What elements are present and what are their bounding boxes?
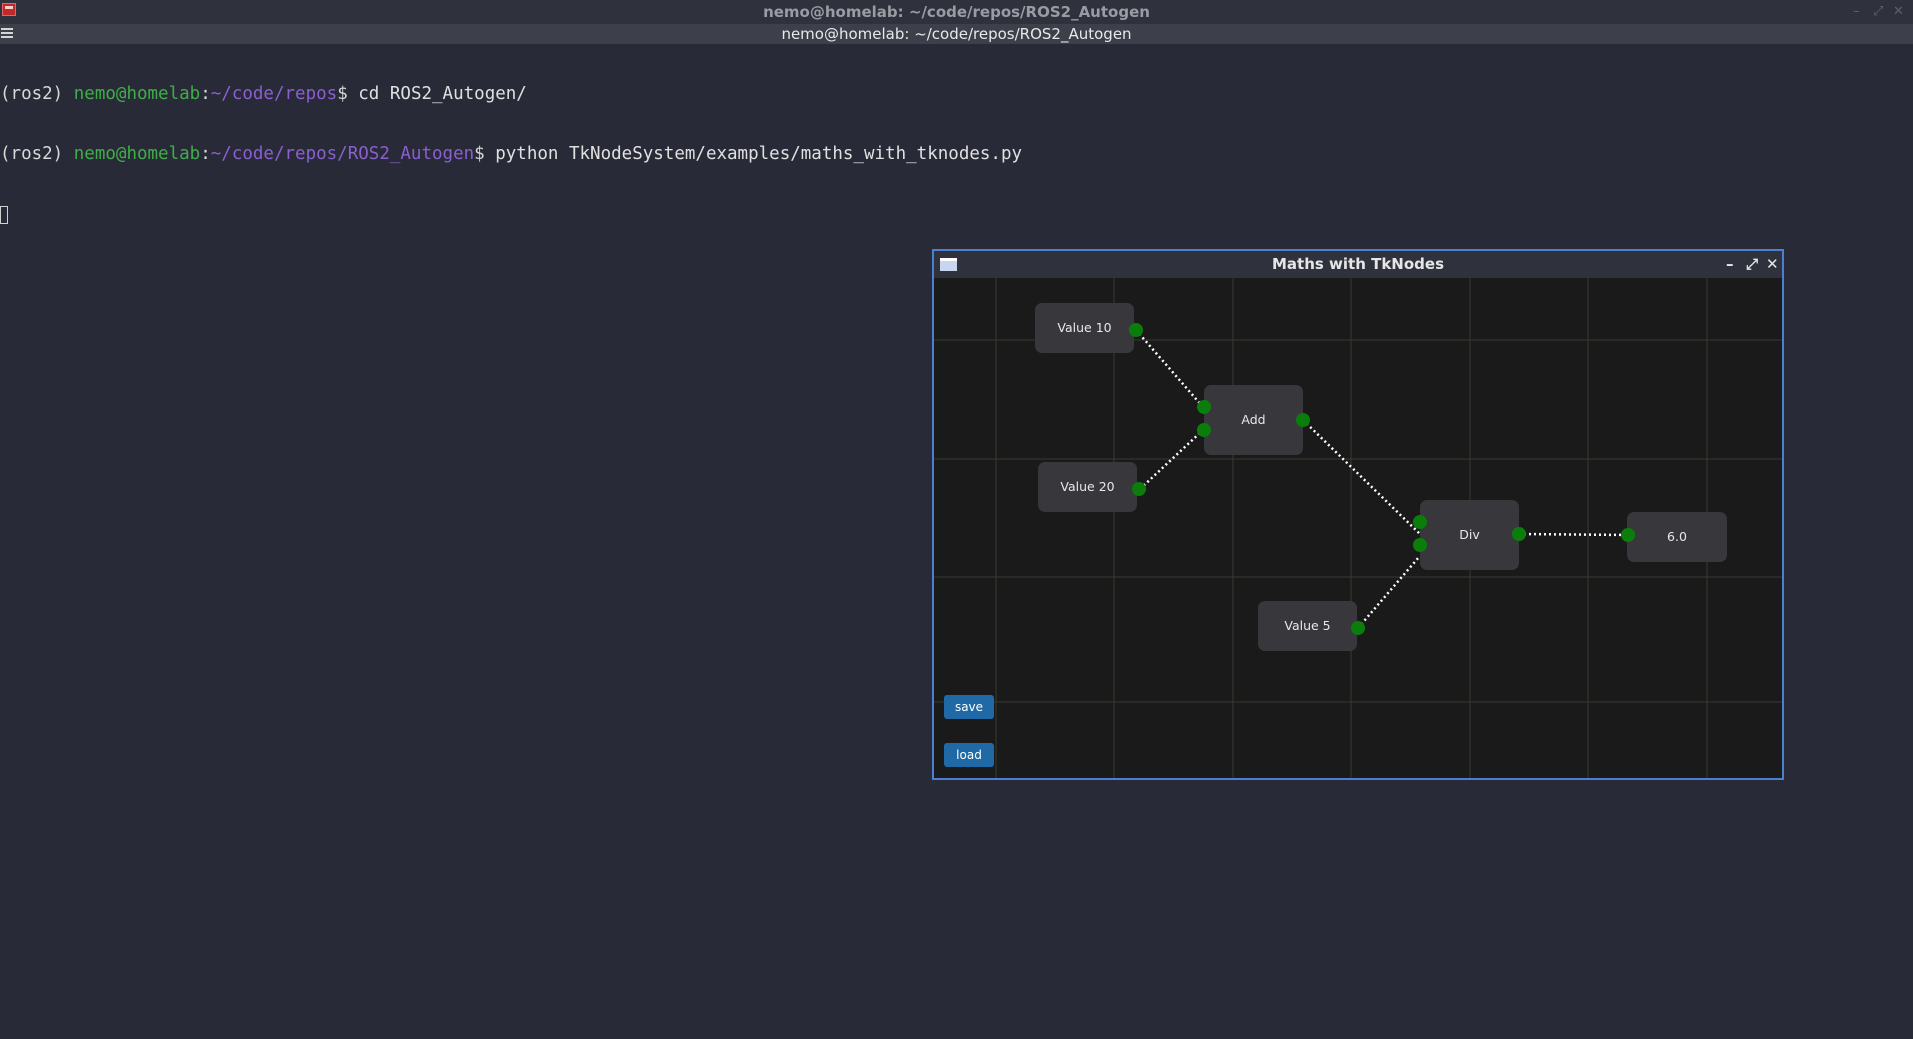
value-10-node[interactable]: Value 10 [1035,303,1134,353]
node-canvas[interactable]: Value 10 Value 20 Add Div Value 5 6.0 sa… [934,278,1782,778]
tab-menu-icon[interactable] [1,28,13,40]
prompt-dollar: $ [474,144,496,164]
value-5-node[interactable]: Value 5 [1258,601,1357,651]
add-input-port-2[interactable] [1197,423,1211,437]
value-10-output-port[interactable] [1129,323,1143,337]
node-connections [1135,329,1629,629]
terminal-window-title: nemo@homelab: ~/code/repos/ROS2_Autogen [763,3,1150,21]
node-label: Value 20 [1060,479,1115,494]
minimize-icon[interactable]: – [1853,0,1860,24]
prompt-user: nemo@homelab [73,84,201,104]
close-icon[interactable]: ✕ [1766,251,1779,278]
prompt-dollar: $ [337,84,359,104]
terminal-app-icon [2,3,16,16]
env-prefix: (ros2) [0,144,74,164]
prompt-path: ~/code/repos/ROS2_Autogen [210,144,475,164]
terminal-tab-bar: nemo@homelab: ~/code/repos/ROS2_Autogen [0,24,1913,44]
node-label: Div [1459,527,1480,542]
terminal-cursor [0,206,8,224]
node-label: Value 5 [1284,618,1331,633]
wire-div-output [1518,532,1629,537]
load-button[interactable]: load [944,743,994,767]
div-output-port[interactable] [1512,527,1526,541]
command-text: cd ROS2_Autogen/ [358,84,527,104]
node-label: Add [1241,412,1266,427]
node-label: Value 10 [1057,320,1112,335]
add-input-port-1[interactable] [1197,400,1211,414]
app-window-title: Maths with TkNodes [1271,255,1445,273]
add-output-port[interactable] [1296,413,1310,427]
maximize-icon[interactable]: ⤢ [1746,251,1758,278]
terminal-line: (ros2) nemo@homelab:~/code/repos/ROS2_Au… [0,144,1913,164]
close-icon[interactable]: ✕ [1893,0,1904,24]
value-20-node[interactable]: Value 20 [1038,462,1137,512]
prompt-colon: : [200,84,211,104]
window-icon [940,258,957,271]
value-5-output-port[interactable] [1351,621,1365,635]
div-node[interactable]: Div [1420,500,1519,570]
command-text: python TkNodeSystem/examples/maths_with_… [495,144,1023,164]
output-node[interactable]: 6.0 [1627,512,1727,562]
add-node[interactable]: Add [1204,385,1303,455]
app-title-bar[interactable]: Maths with TkNodes – ⤢ ✕ [934,251,1782,278]
wire-value5-div [1357,556,1420,629]
div-input-port-2[interactable] [1413,538,1427,552]
output-input-port[interactable] [1621,528,1635,542]
prompt-user: nemo@homelab [73,144,201,164]
maximize-icon[interactable]: ⤢ [1873,0,1883,24]
output-value: 6.0 [1667,529,1687,544]
save-button[interactable]: save [944,695,994,719]
div-input-port-1[interactable] [1413,515,1427,529]
wire-value10-add [1135,329,1204,408]
minimize-icon[interactable]: – [1726,251,1734,278]
prompt-colon: : [200,144,211,164]
env-prefix: (ros2) [0,84,74,104]
prompt-path: ~/code/repos [210,84,338,104]
wire-add-div [1302,419,1421,535]
terminal-line: (ros2) nemo@homelab:~/code/repos$ cd ROS… [0,84,1913,104]
value-20-output-port[interactable] [1132,482,1146,496]
tknodes-window: Maths with TkNodes – ⤢ ✕ Value 10 Value … [932,249,1784,780]
terminal-output[interactable]: (ros2) nemo@homelab:~/code/repos$ cd ROS… [0,44,1913,244]
terminal-title-bar: nemo@homelab: ~/code/repos/ROS2_Autogen … [0,0,1913,24]
tab-title[interactable]: nemo@homelab: ~/code/repos/ROS2_Autogen [781,25,1131,43]
